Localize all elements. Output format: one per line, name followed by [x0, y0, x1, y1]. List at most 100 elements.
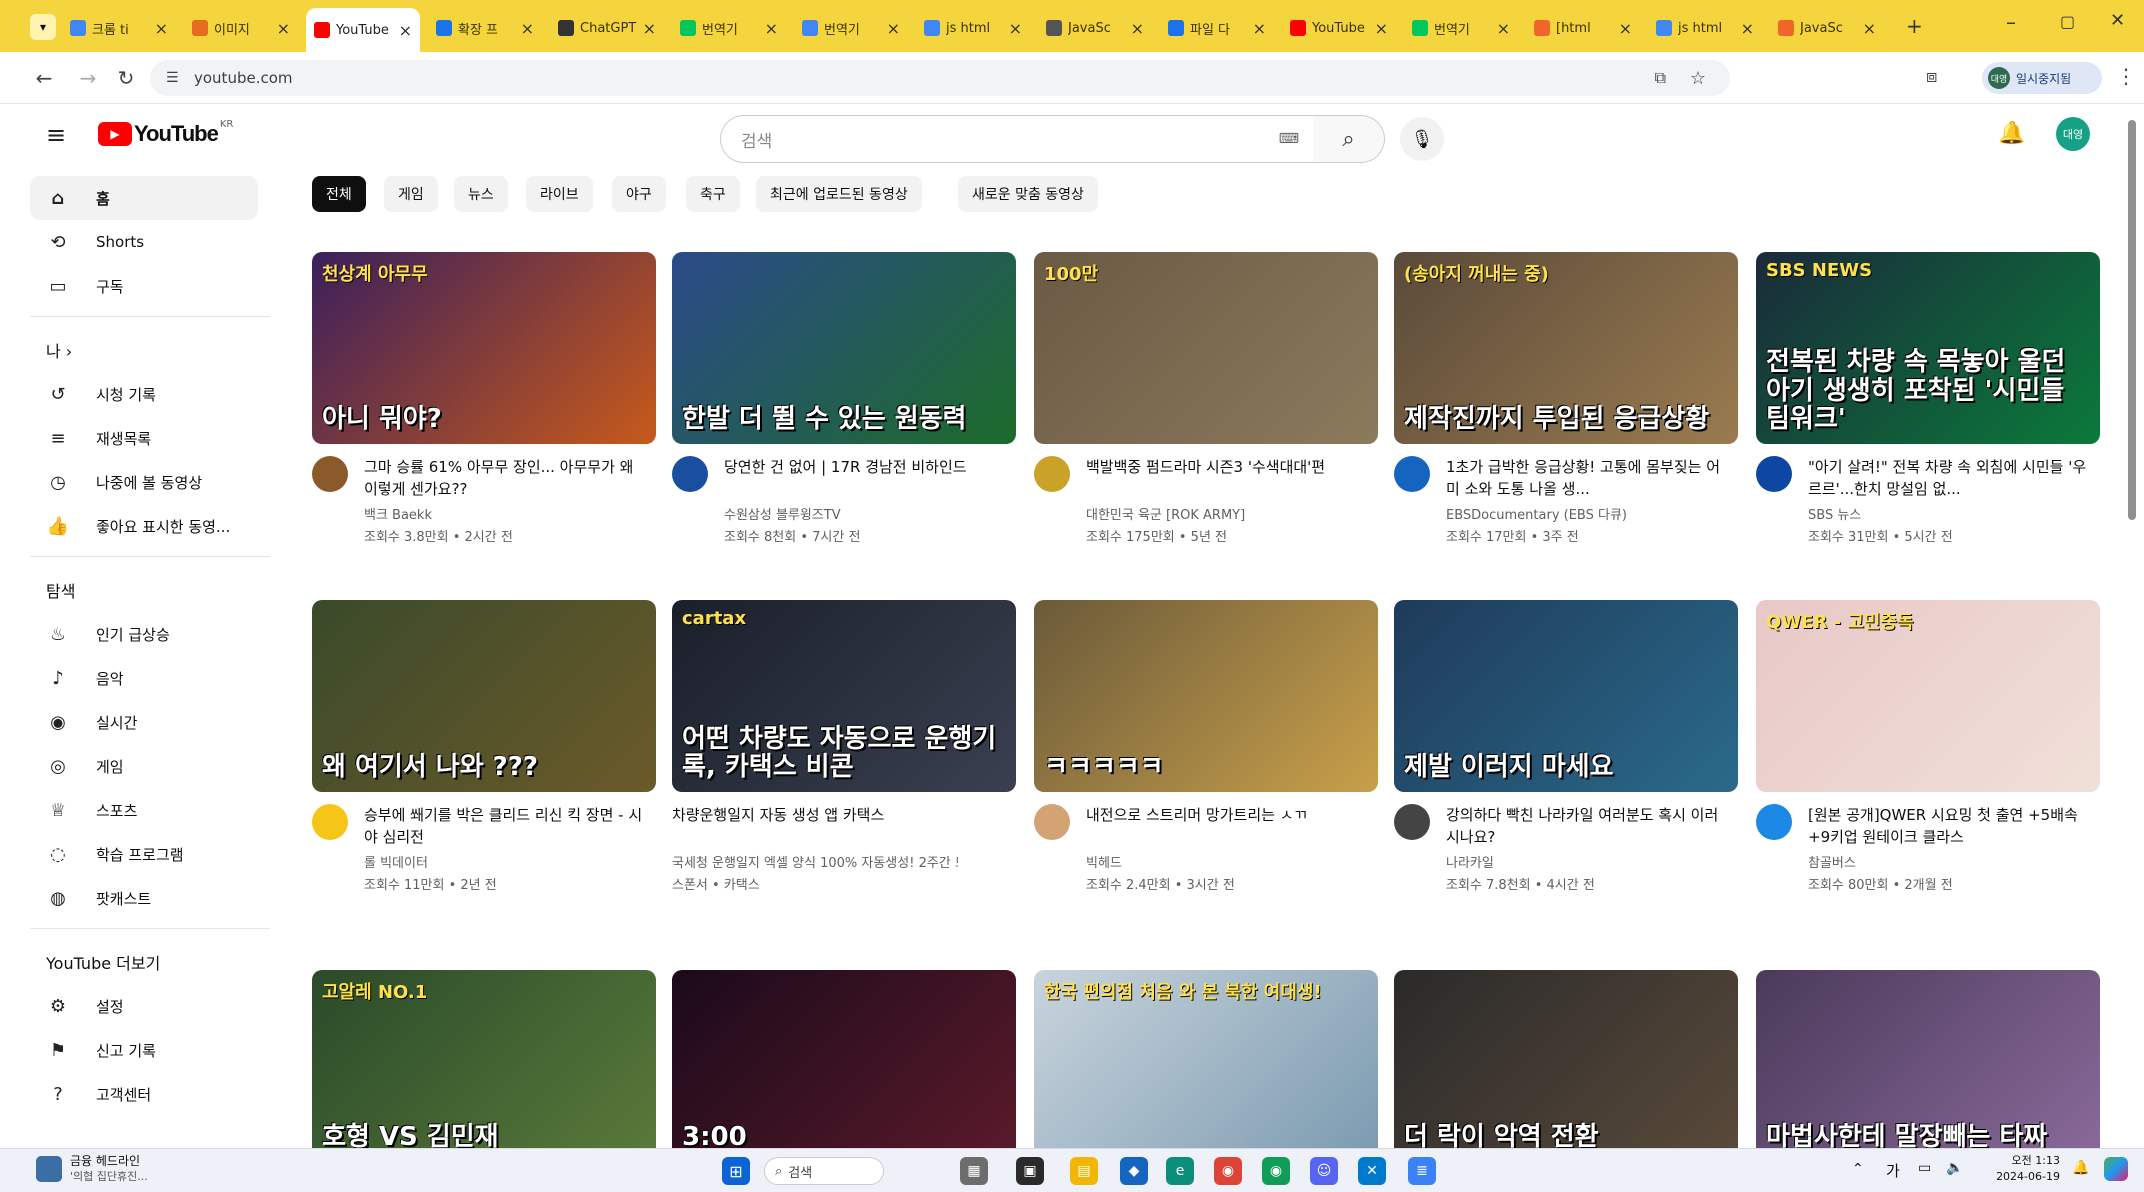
browser-tab[interactable]: JavaSc ×	[1770, 10, 1884, 46]
keyboard-icon[interactable]: ⌨	[1279, 131, 1299, 147]
video-thumbnail[interactable]: ㅋㅋㅋㅋㅋ	[1034, 600, 1378, 792]
input-language[interactable]: 가	[1886, 1160, 1900, 1181]
video-title[interactable]: 강의하다 빡친 나라카일 여러분도 혹시 이러시나요?	[1446, 804, 1732, 848]
browser-tab[interactable]: 번역기 ×	[672, 10, 786, 46]
video-title[interactable]: [원본 공개]QWER 시요밍 첫 출연 +5배속 +9키업 원테이크 클라스	[1808, 804, 2094, 848]
sidebar-item-sports[interactable]: ♕ 스포츠	[30, 788, 258, 832]
reload-button[interactable]: ↻	[114, 66, 138, 90]
start-menu-icon[interactable]: ⊞	[722, 1157, 750, 1185]
channel-name[interactable]: 대한민국 육군 [ROK ARMY]	[1086, 504, 1372, 523]
video-thumbnail[interactable]: (송아지 꺼내는 중) 제작진까지 투입된 응급상황	[1394, 252, 1738, 444]
sidebar-item-gaming[interactable]: ◎ 게임	[30, 744, 258, 788]
tab-close-icon[interactable]: ×	[521, 19, 534, 38]
video-thumbnail[interactable]: QWER - 고민중독	[1756, 600, 2100, 792]
tab-close-icon[interactable]: ×	[277, 19, 290, 38]
video-title[interactable]: 당연한 건 없어 | 17R 경남전 비하인드	[724, 456, 1010, 478]
sidebar-item-home[interactable]: ⌂ 홈	[30, 176, 258, 220]
video-thumbnail[interactable]: 더 락이 악역 전환	[1394, 970, 1738, 1162]
forward-button[interactable]: →	[76, 66, 100, 90]
sidebar-item-like[interactable]: 👍 좋아요 표시한 동영...	[30, 504, 258, 548]
minimize-button[interactable]: –	[2006, 10, 2016, 34]
clock[interactable]: 오전 1:13 2024-06-19	[1978, 1153, 2060, 1185]
address-bar[interactable]: ☰ youtube.com ⧉ ☆	[150, 60, 1730, 96]
widgets-app-icon[interactable]: ▦	[960, 1157, 988, 1185]
maximize-button[interactable]: ▢	[2060, 12, 2075, 31]
tab-close-icon[interactable]: ×	[1863, 19, 1876, 38]
video-thumbnail[interactable]: 고알레 NO.1 호형 VS 김민재	[312, 970, 656, 1162]
search-input[interactable]: 검색 ⌨	[720, 115, 1314, 163]
sidebar-item-podcast[interactable]: ◍ 팟캐스트	[30, 876, 258, 920]
sidebar-item-trending[interactable]: ♨ 인기 급상승	[30, 612, 258, 656]
browser-tab[interactable]: 번역기 ×	[1404, 10, 1518, 46]
video-card[interactable]: 천상계 아무무 아니 뭐야? 그마 승률 61% 아무무 장인... 아무무가 왜 …	[312, 252, 656, 566]
voice-search-button[interactable]: 🎙	[1400, 117, 1444, 161]
video-thumbnail[interactable]: 한국 편의점 처음 와 본 북한 여대생!	[1034, 970, 1378, 1162]
video-thumbnail[interactable]: 마법사한테 말장빼는 타짜	[1756, 970, 2100, 1162]
vscode-icon[interactable]: ✕	[1358, 1157, 1386, 1185]
tab-close-icon[interactable]: ×	[399, 21, 412, 40]
tab-close-icon[interactable]: ×	[1619, 19, 1632, 38]
chrome-profile-icon[interactable]: ◉	[1262, 1157, 1290, 1185]
video-title[interactable]: "아기 살려!" 전복 차량 속 외침에 시민들 '우르르'...한치 망설임 …	[1808, 456, 2094, 500]
channel-avatar[interactable]	[672, 456, 708, 492]
tab-close-icon[interactable]: ×	[1497, 19, 1510, 38]
channel-avatar[interactable]	[1034, 804, 1070, 840]
video-card[interactable]: (송아지 꺼내는 중) 제작진까지 투입된 응급상황 1초가 급박한 응급상황! 고…	[1394, 252, 1738, 566]
search-button[interactable]: ⌕	[1313, 115, 1385, 163]
channel-name[interactable]: 빅헤드	[1086, 852, 1372, 871]
edge-icon[interactable]: e	[1166, 1157, 1194, 1185]
video-card[interactable]: 제발 이러지 마세요 강의하다 빡친 나라카일 여러분도 혹시 이러시나요? 나라카…	[1394, 600, 1738, 914]
video-title[interactable]: 내전으로 스트리머 망가트리는 ㅅㄲ	[1086, 804, 1372, 826]
video-card[interactable]: 더 락이 악역 전환	[1394, 970, 1738, 1162]
new-tab-button[interactable]: +	[1906, 14, 1923, 38]
browser-tab[interactable]: js html ×	[1648, 10, 1762, 46]
tab-close-icon[interactable]: ×	[155, 19, 168, 38]
sidebar-item-live[interactable]: ◉ 실시간	[30, 700, 258, 744]
back-button[interactable]: ←	[32, 66, 56, 90]
video-card[interactable]: 고알레 NO.1 호형 VS 김민재	[312, 970, 656, 1162]
store-icon[interactable]: ◆	[1120, 1157, 1148, 1185]
tab-close-icon[interactable]: ×	[887, 19, 900, 38]
sidebar-item-history[interactable]: ↺ 시청 기록	[30, 372, 258, 416]
video-card[interactable]: 한발 더 뛸 수 있는 원동력 당연한 건 없어 | 17R 경남전 비하인드 수원…	[672, 252, 1016, 566]
filter-chip[interactable]: 라이브	[526, 176, 593, 212]
tab-close-icon[interactable]: ×	[765, 19, 778, 38]
video-card[interactable]: 한국 편의점 처음 와 본 북한 여대생!	[1034, 970, 1378, 1162]
channel-avatar[interactable]	[1034, 456, 1070, 492]
tab-close-icon[interactable]: ×	[1009, 19, 1022, 38]
sidebar-item-playlist[interactable]: ≡ 재생목록	[30, 416, 258, 460]
video-title[interactable]: 그마 승률 61% 아무무 장인... 아무무가 왜 이렇게 센가요??	[364, 456, 650, 500]
sidebar-item-subscriptions[interactable]: ▭ 구독	[30, 264, 258, 308]
video-thumbnail[interactable]: 한발 더 뛸 수 있는 원동력	[672, 252, 1016, 444]
tab-close-icon[interactable]: ×	[1131, 19, 1144, 38]
hamburger-menu-icon[interactable]: ≡	[46, 121, 66, 149]
account-avatar[interactable]: 대영	[2056, 117, 2090, 151]
browser-tab[interactable]: 번역기 ×	[794, 10, 908, 46]
video-thumbnail[interactable]: 3:00	[672, 970, 1016, 1162]
channel-avatar[interactable]	[1756, 456, 1792, 492]
tray-chevron-icon[interactable]: ⌃	[1852, 1161, 1864, 1177]
filter-chip[interactable]: 뉴스	[454, 176, 508, 212]
sidebar-item-help[interactable]: ? 고객센터	[30, 1072, 258, 1116]
discord-icon[interactable]: ☺	[1310, 1157, 1338, 1185]
display-icon[interactable]: ▭	[1918, 1160, 1931, 1176]
channel-name[interactable]: 참골버스	[1808, 852, 2094, 871]
file-explorer-icon[interactable]: ▤	[1070, 1157, 1098, 1185]
browser-tab[interactable]: JavaSc ×	[1038, 10, 1152, 46]
video-thumbnail[interactable]: 천상계 아무무 아니 뭐야?	[312, 252, 656, 444]
browser-tab[interactable]: js html ×	[916, 10, 1030, 46]
video-card[interactable]: QWER - 고민중독 [원본 공개]QWER 시요밍 첫 출연 +5배속 +9키…	[1756, 600, 2100, 914]
channel-avatar[interactable]	[312, 804, 348, 840]
taskbar-search[interactable]: ⌕ 검색	[764, 1157, 884, 1185]
tab-search-button[interactable]: ▾	[30, 14, 56, 40]
notifications-bell-icon[interactable]: 🔔	[1998, 121, 2025, 146]
channel-name[interactable]: 나라카일	[1446, 852, 1732, 871]
video-card[interactable]: 3:00	[672, 970, 1016, 1162]
browser-tab[interactable]: 크롬 ti ×	[62, 10, 176, 46]
channel-avatar[interactable]	[1756, 804, 1792, 840]
tab-close-icon[interactable]: ×	[1253, 19, 1266, 38]
channel-avatar[interactable]	[1394, 456, 1430, 492]
task-view-icon[interactable]: ▣	[1016, 1157, 1044, 1185]
channel-name[interactable]: EBSDocumentary (EBS 다큐)	[1446, 504, 1732, 523]
video-title[interactable]: 백발백중 펌드라마 시즌3 '수색대대'편	[1086, 456, 1372, 478]
